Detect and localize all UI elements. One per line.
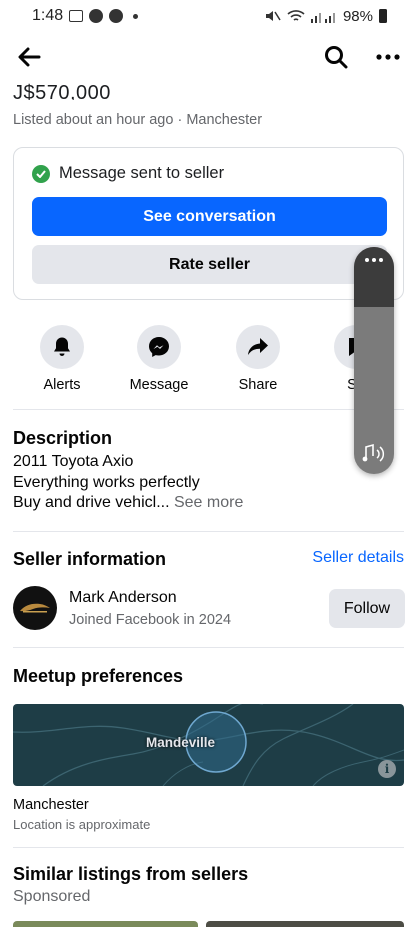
share-label: Share (238, 377, 278, 393)
wifi-icon (287, 10, 305, 21)
follow-button[interactable]: Follow (329, 589, 405, 628)
check-circle-icon (32, 164, 50, 183)
notification-app-icon (69, 10, 84, 22)
back-arrow-icon (18, 47, 41, 67)
divider (13, 409, 404, 410)
search-button[interactable] (321, 42, 351, 72)
battery-percent: 98% (342, 7, 373, 25)
back-button[interactable] (14, 42, 44, 72)
description-text: 2011 Toyota Axio Everything works perfec… (13, 452, 243, 514)
volume-panel[interactable] (354, 247, 394, 474)
meetup-title: Meetup preferences (13, 666, 184, 686)
divider (13, 847, 404, 848)
seller-joined: Joined Facebook in 2024 (69, 612, 232, 628)
more-notifications-icon (133, 13, 139, 19)
divider (13, 647, 404, 648)
meetup-location: Manchester (13, 797, 89, 813)
similar-listing-thumbnails (13, 921, 404, 927)
status-right: 98% (265, 8, 387, 25)
share-action[interactable]: Share (213, 325, 303, 393)
listing-thumbnail[interactable] (13, 921, 198, 927)
description-line-3-text: Buy and drive vehicl... (13, 494, 170, 511)
similar-listings-title: Similar listings from sellers (13, 864, 249, 884)
meetup-map[interactable]: Mandeville i (13, 704, 404, 786)
share-icon (236, 325, 280, 369)
signal-icon (310, 13, 335, 23)
messenger-notification-icon (89, 9, 104, 23)
volume-more-icon[interactable] (354, 258, 394, 262)
sponsored-label: Sponsored (13, 888, 91, 905)
seller-name[interactable]: Mark Anderson (69, 589, 177, 607)
seller-info-title: Seller information (13, 549, 167, 569)
description-title: Description (13, 428, 113, 448)
messenger-notification-icon-2 (109, 9, 124, 23)
volume-slider-track[interactable] (354, 247, 394, 307)
see-more-link[interactable]: See more (174, 494, 243, 511)
more-dots-icon (376, 54, 400, 60)
alerts-label: Alerts (43, 377, 81, 393)
description-line-3: Buy and drive vehicl... See more (13, 493, 243, 514)
message-sent-label: Message sent to seller (59, 164, 225, 182)
nav-actions (321, 42, 403, 72)
description-line-1: 2011 Toyota Axio (13, 453, 134, 470)
rate-seller-button[interactable]: Rate seller (32, 245, 387, 284)
seller-avatar[interactable] (13, 586, 57, 630)
battery-icon (379, 9, 387, 23)
status-bar: 1:48 98% (0, 0, 417, 32)
alerts-action[interactable]: Alerts (17, 325, 107, 393)
search-icon (325, 46, 348, 69)
seller-details-link[interactable]: Seller details (312, 549, 404, 567)
divider (13, 531, 404, 532)
messenger-icon (137, 325, 181, 369)
message-card: Message sent to seller See conversation … (13, 147, 404, 300)
map-info-icon[interactable]: i (378, 760, 396, 778)
status-time: 1:48 (32, 7, 64, 24)
message-action[interactable]: Message (114, 325, 204, 393)
more-options-button[interactable] (373, 42, 403, 72)
listing-price: J$570,000 (13, 82, 111, 100)
message-label: Message (129, 377, 189, 393)
avatar-logo-image (20, 603, 50, 613)
top-nav (0, 34, 417, 80)
listing-meta: Listed about an hour ago · Manchester (13, 112, 263, 128)
description-line-2: Everything works perfectly (13, 473, 200, 491)
map-city-label: Mandeville (146, 735, 216, 750)
listing-thumbnail[interactable] (206, 921, 404, 927)
bell-icon (40, 325, 84, 369)
sound-icon[interactable] (362, 443, 386, 465)
location-note: Location is approximate (13, 817, 151, 832)
message-sent-status: Message sent to seller (32, 164, 224, 183)
status-left: 1:48 (32, 7, 139, 25)
see-conversation-button[interactable]: See conversation (32, 197, 387, 236)
mute-icon (265, 11, 281, 21)
